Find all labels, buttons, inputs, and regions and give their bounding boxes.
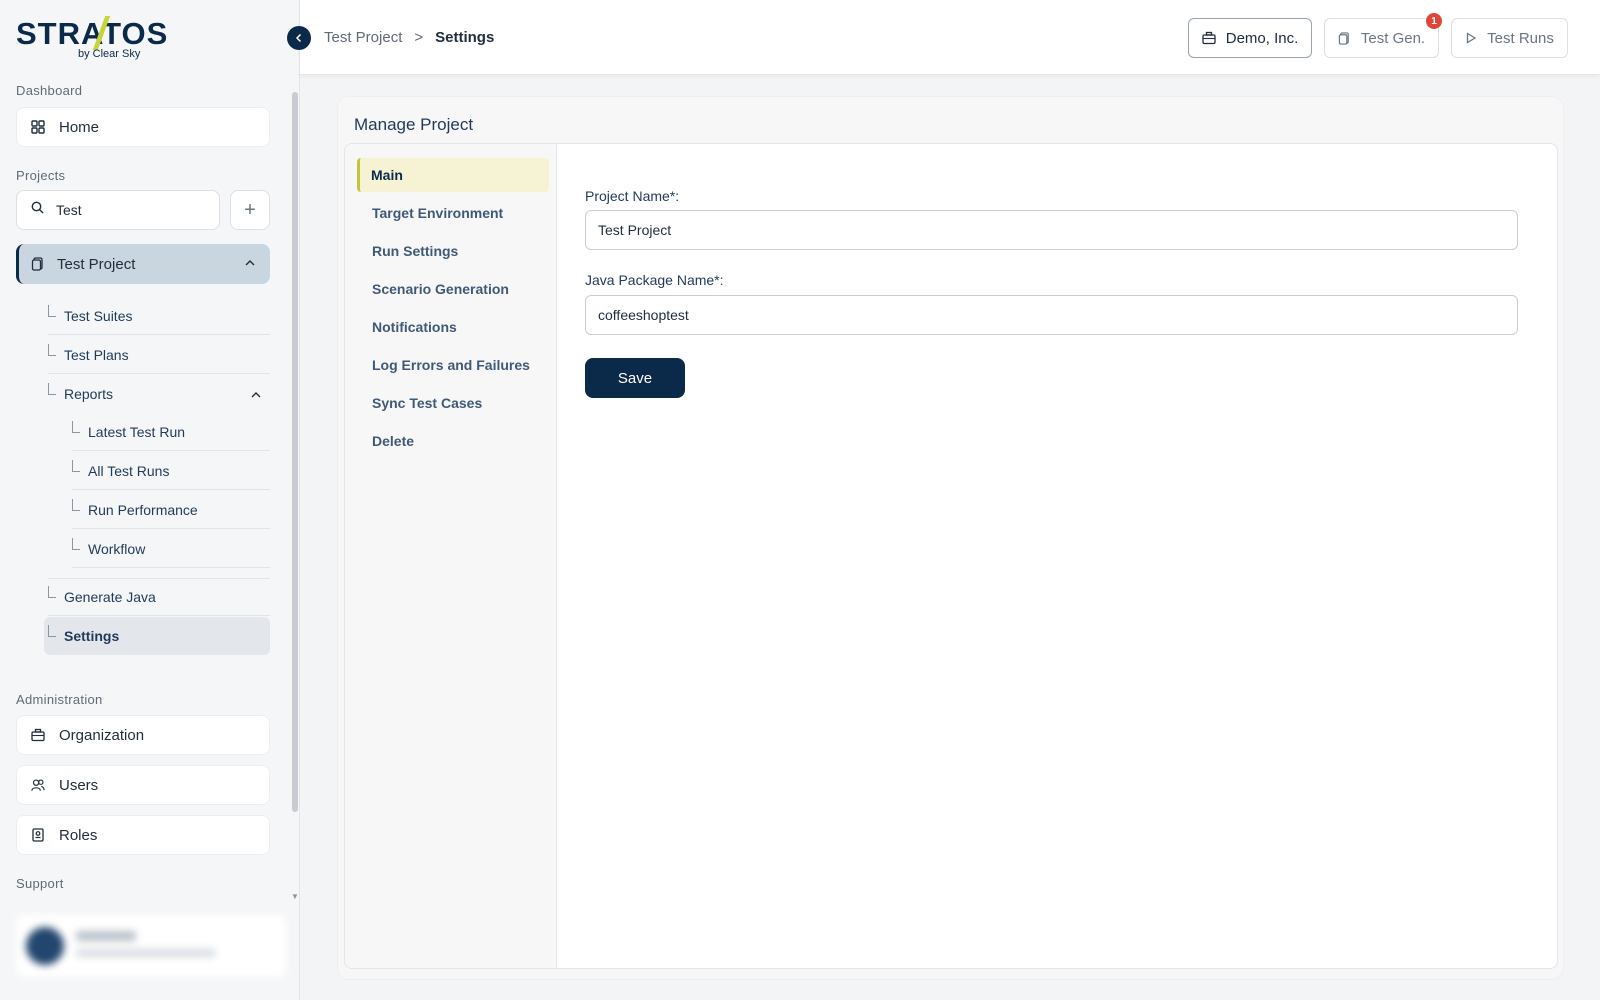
tree-item-all-test-runs[interactable]: All Test Runs [72,452,270,490]
scroll-down-icon[interactable]: ▼ [291,892,299,901]
section-label-projects: Projects [16,168,66,183]
logo-subtitle: by Clear Sky [78,48,141,60]
save-button[interactable]: Save [585,358,685,398]
test-gen-label: Test Gen. [1360,29,1426,47]
users-icon [31,778,45,792]
tab-scenario-generation[interactable]: Scenario Generation [357,272,549,306]
id-badge-icon [31,828,45,842]
settings-tabs: Main Target Environment Run Settings Sce… [345,144,557,968]
tab-target-environment[interactable]: Target Environment [357,196,549,230]
user-profile-card[interactable] [16,915,286,977]
tree-connector [48,625,56,637]
user-email-blurred [76,949,216,957]
tree-connector [72,420,80,433]
tab-notifications[interactable]: Notifications [357,310,549,344]
tree-item-settings[interactable]: Settings [44,617,270,655]
tab-log-errors-and-failures[interactable]: Log Errors and Failures [357,348,549,382]
tree-item-label: Run Performance [88,501,198,518]
tree-connector [72,498,80,511]
section-label-administration: Administration [16,692,103,707]
tree-item-label: Generate Java [64,589,156,605]
sidebar: STRATOS by Clear Sky Dashboard Home Proj… [0,0,300,1000]
tree-connector [72,459,80,472]
project-name-label: Project Name*: [585,188,680,204]
tree-item-label: Test Suites [64,307,133,324]
nav-roles-label: Roles [59,826,98,844]
tree-item-label: Latest Test Run [88,423,186,440]
tree-item-test-plans[interactable]: Test Plans [48,336,270,374]
tree-item-run-performance[interactable]: Run Performance [72,491,270,529]
briefcase-icon [1202,31,1216,45]
tree-connector [48,343,56,356]
nav-users-label: Users [59,776,99,794]
java-package-label: Java Package Name*: [585,272,724,288]
nav-home[interactable]: Home [16,107,270,147]
tree-item-generate-java[interactable]: Generate Java [48,578,270,616]
notification-badge: 1 [1426,13,1442,29]
tree-connector [48,586,56,598]
add-project-button[interactable]: + [230,190,270,230]
tree-connector [72,537,80,550]
nav-organization[interactable]: Organization [16,715,270,755]
project-search-input[interactable] [56,202,196,218]
project-label: Test Project [57,255,136,273]
test-gen-button[interactable]: Test Gen. 1 [1324,13,1442,58]
tree-item-label: Reports [64,386,114,402]
search-icon [31,201,44,219]
section-label-dashboard: Dashboard [16,83,83,98]
tree-item-label: Settings [64,628,120,644]
org-button-label: Demo, Inc. [1225,29,1299,47]
test-runs-label: Test Runs [1487,29,1554,47]
nav-roles[interactable]: Roles [16,815,270,855]
java-package-input[interactable] [585,295,1518,335]
page-title: Manage Project [354,115,474,134]
nav-organization-label: Organization [59,726,145,744]
stratos-logo[interactable]: STRATOS by Clear Sky [16,14,167,64]
tab-sync-test-cases[interactable]: Sync Test Cases [357,386,549,420]
tree-item-label: All Test Runs [88,462,170,479]
avatar [26,927,64,965]
organization-switcher-button[interactable]: Demo, Inc. [1188,18,1312,58]
tree-connector [48,304,56,317]
briefcase-icon [31,728,45,742]
tab-main[interactable]: Main [357,158,549,192]
tree-item-reports[interactable]: Reports [48,375,270,413]
tree-item-latest-test-run[interactable]: Latest Test Run [72,413,270,451]
user-name-blurred [76,931,136,941]
tree-item-test-suites[interactable]: Test Suites [48,297,270,335]
tree-item-workflow[interactable]: Workflow [72,530,270,568]
test-runs-button[interactable]: Test Runs [1451,18,1568,58]
tab-delete[interactable]: Delete [357,424,549,458]
nav-users[interactable]: Users [16,765,270,805]
breadcrumb-parent[interactable]: Test Project [324,29,402,46]
breadcrumb-current: Settings [435,29,495,46]
tree-connector [48,383,56,395]
project-name-input[interactable] [585,210,1518,250]
plus-icon: + [244,198,256,221]
breadcrumb: Test Project > Settings [324,29,494,46]
nav-home-label: Home [59,118,100,136]
manage-project-panel: Manage Project Main Target Environment R… [337,96,1564,980]
sidebar-scrollbar[interactable] [292,92,298,812]
grid-icon [31,120,45,134]
play-icon [1465,32,1477,44]
document-icon [31,257,45,271]
sidebar-project-test-project[interactable]: Test Project [16,244,270,284]
breadcrumb-separator: > [414,29,424,46]
project-search[interactable] [16,190,220,230]
chevron-left-icon [294,33,304,43]
collapse-sidebar-button[interactable] [287,26,311,50]
chevron-up-icon[interactable] [250,388,262,404]
tree-item-label: Test Plans [64,346,129,363]
tab-run-settings[interactable]: Run Settings [357,234,549,268]
tree-item-label: Workflow [88,540,146,557]
settings-container: Main Target Environment Run Settings Sce… [344,143,1558,969]
chevron-up-icon[interactable] [244,256,256,273]
document-icon [1338,31,1351,45]
section-label-support: Support [16,876,64,891]
